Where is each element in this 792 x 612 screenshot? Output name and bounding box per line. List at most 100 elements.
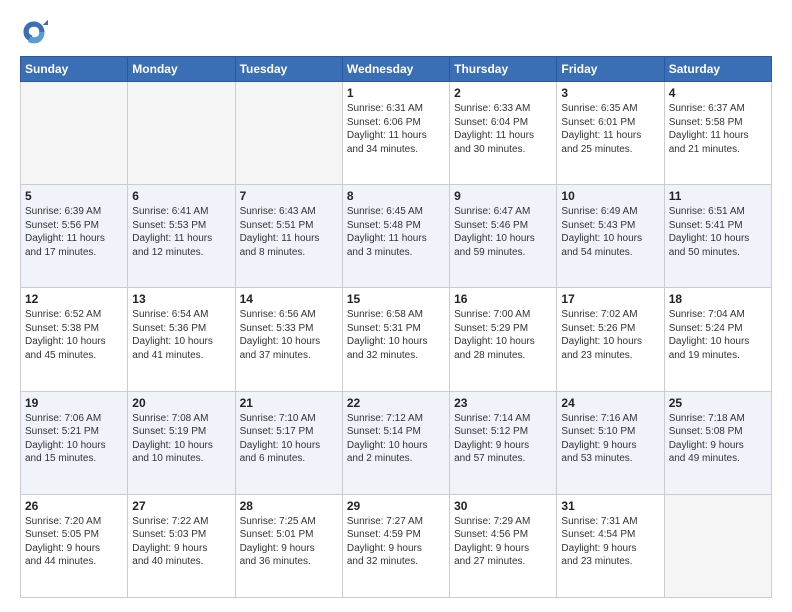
col-header-monday: Monday bbox=[128, 57, 235, 82]
cell-text: Sunrise: 7:06 AM Sunset: 5:21 PM Dayligh… bbox=[25, 412, 123, 466]
calendar-cell: 1Sunrise: 6:31 AM Sunset: 6:06 PM Daylig… bbox=[342, 82, 449, 185]
day-number: 10 bbox=[561, 189, 659, 203]
cell-text: Sunrise: 7:20 AM Sunset: 5:05 PM Dayligh… bbox=[25, 515, 123, 569]
cell-text: Sunrise: 7:08 AM Sunset: 5:19 PM Dayligh… bbox=[132, 412, 230, 466]
cell-text: Sunrise: 7:29 AM Sunset: 4:56 PM Dayligh… bbox=[454, 515, 552, 569]
page: SundayMondayTuesdayWednesdayThursdayFrid… bbox=[0, 0, 792, 612]
calendar-week-row: 5 Sunrise: 6:39 AM Sunset: 5:56 PM Daylig… bbox=[21, 185, 772, 288]
day-number: 1 bbox=[347, 86, 445, 100]
day-number: 2 bbox=[454, 86, 552, 100]
day-number: 8 bbox=[347, 189, 445, 203]
calendar-cell: 14 Sunrise: 6:56 AM Sunset: 5:33 PM Dayli… bbox=[235, 288, 342, 391]
calendar-cell: 7Sunrise: 6:43 AM Sunset: 5:51 PM Daylig… bbox=[235, 185, 342, 288]
cell-text: Sunrise: 7:02 AM Sunset: 5:26 PM Dayligh… bbox=[561, 308, 659, 362]
cell-text: Sunrise: 7:14 AM Sunset: 5:12 PM Dayligh… bbox=[454, 412, 552, 466]
cell-text: Sunrise: 7:27 AM Sunset: 4:59 PM Dayligh… bbox=[347, 515, 445, 569]
calendar-cell: 4Sunrise: 6:37 AM Sunset: 5:58 PM Daylig… bbox=[664, 82, 771, 185]
day-number: 13 bbox=[132, 292, 230, 306]
cell-text: Sunrise: 6:54 AM Sunset: 5:36 PM Dayligh… bbox=[132, 308, 230, 362]
day-number: 17 bbox=[561, 292, 659, 306]
day-number: 15 bbox=[347, 292, 445, 306]
calendar-cell: 28 Sunrise: 7:25 AM Sunset: 5:01 PM Dayli… bbox=[235, 494, 342, 597]
day-number: 29 bbox=[347, 499, 445, 513]
calendar-cell: 6 Sunrise: 6:41 AM Sunset: 5:53 PM Daylig… bbox=[128, 185, 235, 288]
calendar-week-row: 26 Sunrise: 7:20 AM Sunset: 5:05 PM Dayli… bbox=[21, 494, 772, 597]
cell-text: Sunrise: 6:39 AM Sunset: 5:56 PM Dayligh… bbox=[25, 205, 123, 259]
day-number: 19 bbox=[25, 396, 123, 410]
day-number: 6 bbox=[132, 189, 230, 203]
cell-text: Sunrise: 7:18 AM Sunset: 5:08 PM Dayligh… bbox=[669, 412, 767, 466]
calendar-cell: 25 Sunrise: 7:18 AM Sunset: 5:08 PM Dayli… bbox=[664, 391, 771, 494]
calendar-cell: 10 Sunrise: 6:49 AM Sunset: 5:43 PM Dayli… bbox=[557, 185, 664, 288]
cell-text: Sunrise: 7:10 AM Sunset: 5:17 PM Dayligh… bbox=[240, 412, 338, 466]
day-number: 28 bbox=[240, 499, 338, 513]
cell-text: Sunrise: 7:25 AM Sunset: 5:01 PM Dayligh… bbox=[240, 515, 338, 569]
day-number: 22 bbox=[347, 396, 445, 410]
calendar-cell: 23 Sunrise: 7:14 AM Sunset: 5:12 PM Dayli… bbox=[450, 391, 557, 494]
calendar-cell: 13 Sunrise: 6:54 AM Sunset: 5:36 PM Dayli… bbox=[128, 288, 235, 391]
day-number: 12 bbox=[25, 292, 123, 306]
cell-text: Sunrise: 6:49 AM Sunset: 5:43 PM Dayligh… bbox=[561, 205, 659, 259]
calendar-cell: 27 Sunrise: 7:22 AM Sunset: 5:03 PM Dayli… bbox=[128, 494, 235, 597]
calendar-cell: 11Sunrise: 6:51 AM Sunset: 5:41 PM Dayli… bbox=[664, 185, 771, 288]
calendar-cell: 26 Sunrise: 7:20 AM Sunset: 5:05 PM Dayli… bbox=[21, 494, 128, 597]
day-number: 16 bbox=[454, 292, 552, 306]
calendar-cell: 15 Sunrise: 6:58 AM Sunset: 5:31 PM Dayli… bbox=[342, 288, 449, 391]
calendar-cell bbox=[128, 82, 235, 185]
calendar-cell: 2 Sunrise: 6:33 AM Sunset: 6:04 PM Daylig… bbox=[450, 82, 557, 185]
cell-text: Sunrise: 7:16 AM Sunset: 5:10 PM Dayligh… bbox=[561, 412, 659, 466]
cell-text: Sunrise: 7:12 AM Sunset: 5:14 PM Dayligh… bbox=[347, 412, 445, 466]
day-number: 27 bbox=[132, 499, 230, 513]
calendar-cell: 16Sunrise: 7:00 AM Sunset: 5:29 PM Dayli… bbox=[450, 288, 557, 391]
calendar-cell: 19 Sunrise: 7:06 AM Sunset: 5:21 PM Dayli… bbox=[21, 391, 128, 494]
cell-text: Sunrise: 7:31 AM Sunset: 4:54 PM Dayligh… bbox=[561, 515, 659, 569]
calendar-cell: 5 Sunrise: 6:39 AM Sunset: 5:56 PM Daylig… bbox=[21, 185, 128, 288]
day-number: 14 bbox=[240, 292, 338, 306]
day-number: 18 bbox=[669, 292, 767, 306]
cell-text: Sunrise: 6:56 AM Sunset: 5:33 PM Dayligh… bbox=[240, 308, 338, 362]
cell-text: Sunrise: 6:35 AM Sunset: 6:01 PM Dayligh… bbox=[561, 102, 659, 156]
col-header-wednesday: Wednesday bbox=[342, 57, 449, 82]
calendar-cell: 22 Sunrise: 7:12 AM Sunset: 5:14 PM Dayli… bbox=[342, 391, 449, 494]
calendar: SundayMondayTuesdayWednesdayThursdayFrid… bbox=[20, 56, 772, 598]
day-number: 26 bbox=[25, 499, 123, 513]
calendar-cell: 20 Sunrise: 7:08 AM Sunset: 5:19 PM Dayli… bbox=[128, 391, 235, 494]
calendar-cell: 18 Sunrise: 7:04 AM Sunset: 5:24 PM Dayli… bbox=[664, 288, 771, 391]
day-number: 25 bbox=[669, 396, 767, 410]
calendar-cell: 9Sunrise: 6:47 AM Sunset: 5:46 PM Daylig… bbox=[450, 185, 557, 288]
day-number: 30 bbox=[454, 499, 552, 513]
day-number: 31 bbox=[561, 499, 659, 513]
cell-text: Sunrise: 6:52 AM Sunset: 5:38 PM Dayligh… bbox=[25, 308, 123, 362]
day-number: 23 bbox=[454, 396, 552, 410]
cell-text: Sunrise: 6:33 AM Sunset: 6:04 PM Dayligh… bbox=[454, 102, 552, 156]
calendar-cell: 29 Sunrise: 7:27 AM Sunset: 4:59 PM Dayli… bbox=[342, 494, 449, 597]
day-number: 24 bbox=[561, 396, 659, 410]
day-number: 9 bbox=[454, 189, 552, 203]
day-number: 21 bbox=[240, 396, 338, 410]
cell-text: Sunrise: 6:43 AM Sunset: 5:51 PM Dayligh… bbox=[240, 205, 338, 259]
cell-text: Sunrise: 6:45 AM Sunset: 5:48 PM Dayligh… bbox=[347, 205, 445, 259]
calendar-header-row: SundayMondayTuesdayWednesdayThursdayFrid… bbox=[21, 57, 772, 82]
cell-text: Sunrise: 6:58 AM Sunset: 5:31 PM Dayligh… bbox=[347, 308, 445, 362]
cell-text: Sunrise: 7:22 AM Sunset: 5:03 PM Dayligh… bbox=[132, 515, 230, 569]
calendar-cell: 3 Sunrise: 6:35 AM Sunset: 6:01 PM Daylig… bbox=[557, 82, 664, 185]
cell-text: Sunrise: 6:41 AM Sunset: 5:53 PM Dayligh… bbox=[132, 205, 230, 259]
col-header-thursday: Thursday bbox=[450, 57, 557, 82]
day-number: 4 bbox=[669, 86, 767, 100]
logo-icon bbox=[20, 18, 48, 46]
col-header-sunday: Sunday bbox=[21, 57, 128, 82]
calendar-cell: 31 Sunrise: 7:31 AM Sunset: 4:54 PM Dayli… bbox=[557, 494, 664, 597]
day-number: 11 bbox=[669, 189, 767, 203]
col-header-friday: Friday bbox=[557, 57, 664, 82]
day-number: 5 bbox=[25, 189, 123, 203]
calendar-cell: 24 Sunrise: 7:16 AM Sunset: 5:10 PM Dayli… bbox=[557, 391, 664, 494]
calendar-cell bbox=[664, 494, 771, 597]
cell-text: Sunrise: 7:04 AM Sunset: 5:24 PM Dayligh… bbox=[669, 308, 767, 362]
col-header-tuesday: Tuesday bbox=[235, 57, 342, 82]
calendar-cell: 17 Sunrise: 7:02 AM Sunset: 5:26 PM Dayli… bbox=[557, 288, 664, 391]
calendar-cell: 12 Sunrise: 6:52 AM Sunset: 5:38 PM Dayli… bbox=[21, 288, 128, 391]
calendar-week-row: 1Sunrise: 6:31 AM Sunset: 6:06 PM Daylig… bbox=[21, 82, 772, 185]
day-number: 20 bbox=[132, 396, 230, 410]
day-number: 3 bbox=[561, 86, 659, 100]
calendar-week-row: 19 Sunrise: 7:06 AM Sunset: 5:21 PM Dayli… bbox=[21, 391, 772, 494]
